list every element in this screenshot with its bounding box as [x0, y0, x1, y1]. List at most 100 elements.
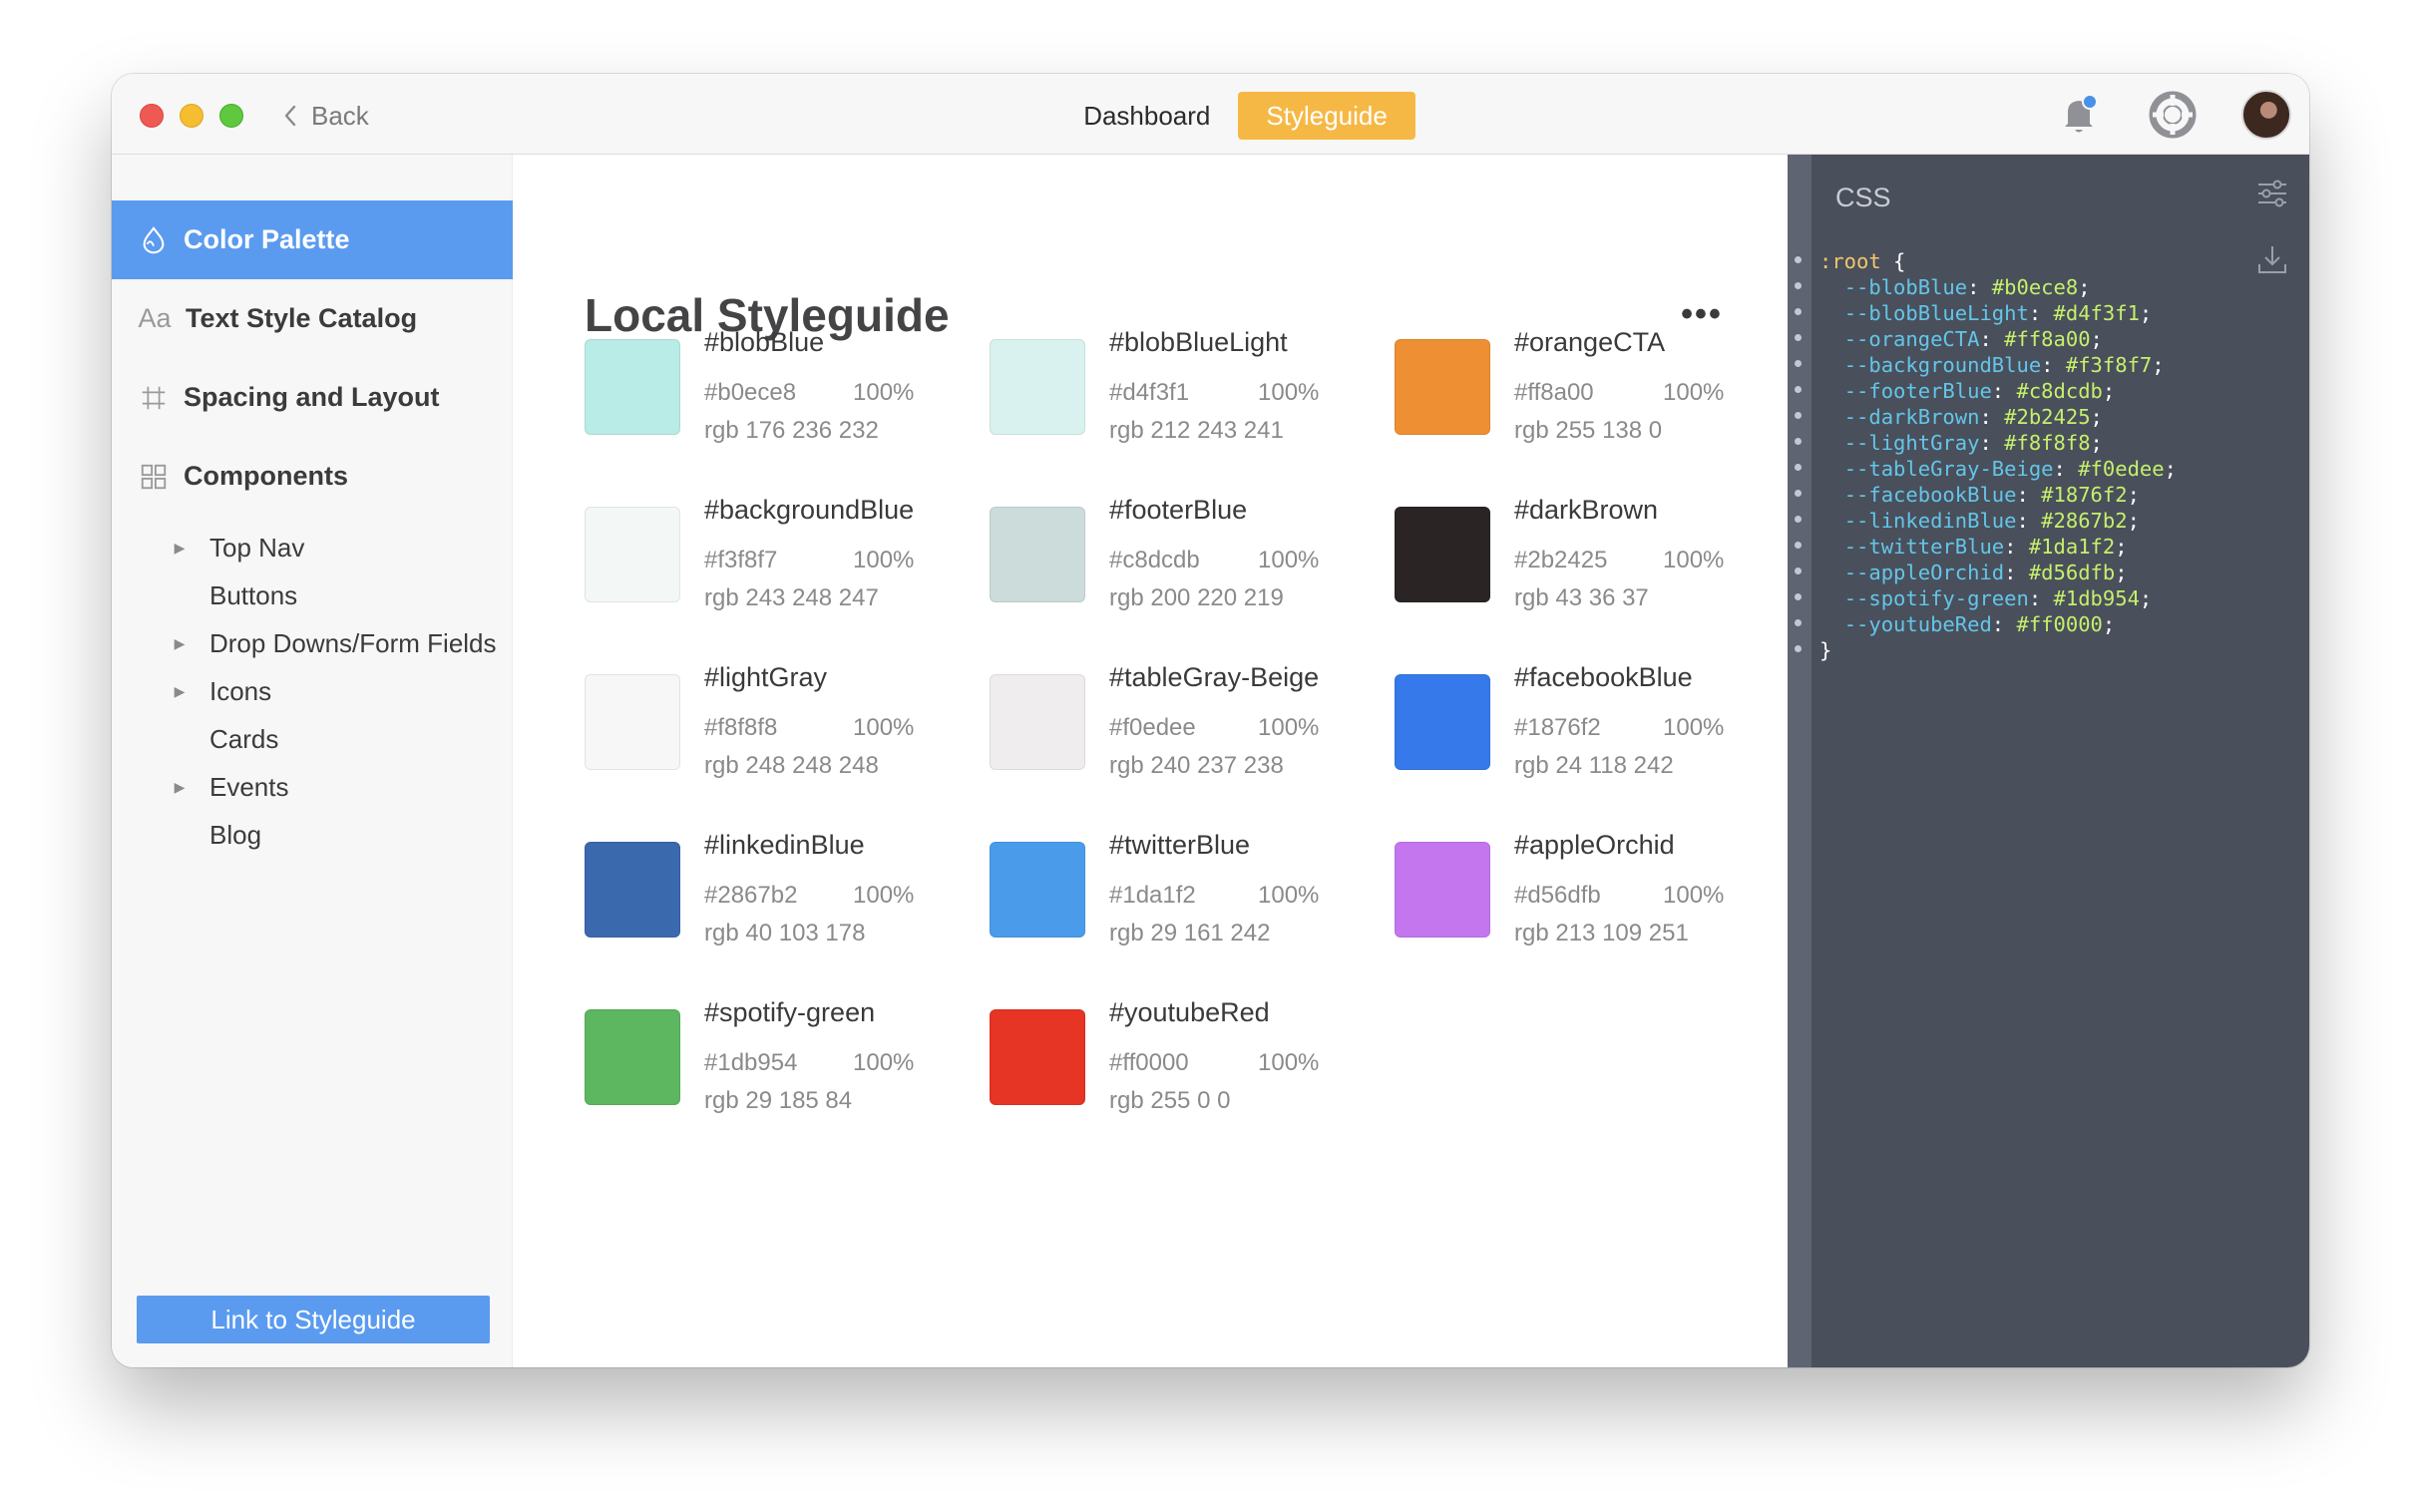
color-swatch-card[interactable]: #spotify-green #1db954 100% rgb 29 185 84 [585, 997, 964, 1137]
color-name: #backgroundBlue [704, 495, 915, 525]
css-code-block[interactable]: :root { --blobBlue: #b0ece8; --blobBlueL… [1819, 248, 2177, 663]
color-rgb: rgb 213 109 251 [1514, 920, 1689, 946]
color-swatch-card[interactable]: #facebookBlue #1876f2 100% rgb 24 118 242 [1395, 662, 1774, 802]
color-swatch-card[interactable]: #backgroundBlue #f3f8f7 100% rgb 243 248 24… [585, 495, 964, 634]
color-hex: #f8f8f8 [704, 714, 778, 741]
gutter-dot [1795, 464, 1802, 471]
css-variable-name: --lightGray [1843, 431, 1980, 455]
color-swatch[interactable] [585, 842, 680, 938]
triangle-right-icon[interactable]: ▶ [170, 683, 190, 700]
help-lifebuoy-icon[interactable] [2148, 90, 2198, 140]
triangle-right-icon[interactable]: ▶ [170, 779, 190, 796]
color-swatch[interactable] [990, 674, 1085, 770]
color-hex: #d56dfb [1514, 882, 1601, 909]
sidebar-subitem-blog[interactable]: Blog [170, 815, 261, 855]
css-variable-name: --footerBlue [1843, 379, 1992, 403]
color-opacity: 100% [1258, 882, 1320, 909]
sidebar-item-spacing-and-layout[interactable]: Spacing and Layout [112, 358, 513, 437]
settings-sliders-icon[interactable] [2255, 177, 2289, 210]
tab-styleguide[interactable]: Styleguide [1238, 92, 1415, 140]
color-name: #blobBlueLight [1109, 327, 1288, 357]
triangle-right-icon[interactable]: ▶ [170, 635, 190, 652]
sidebar-subitem-drop-downs[interactable]: ▶ Drop Downs/Form Fields [170, 623, 497, 663]
color-opacity: 100% [853, 547, 915, 573]
color-swatch-card[interactable]: #linkedinBlue #2867b2 100% rgb 40 103 178 [585, 830, 964, 969]
code-line: --footerBlue: #c8dcdb; [1843, 379, 2116, 403]
color-rgb: rgb 200 220 219 [1109, 584, 1284, 611]
gutter-dot [1795, 412, 1802, 419]
sidebar-subitem-label: Icons [209, 675, 272, 706]
color-swatch[interactable] [585, 507, 680, 602]
gutter-dot [1795, 516, 1802, 523]
color-swatch-card[interactable]: #lightGray #f8f8f8 100% rgb 248 248 248 [585, 662, 964, 802]
css-panel-title: CSS [1835, 183, 1891, 212]
sidebar-item-text-style-catalog[interactable]: Aa Text Style Catalog [112, 279, 513, 358]
code-line: --appleOrchid: #d56dfb; [1843, 561, 2128, 584]
color-swatch-card[interactable]: #twitterBlue #1da1f2 100% rgb 29 161 242 [990, 830, 1369, 969]
triangle-right-icon[interactable]: ▶ [170, 540, 190, 557]
color-rgb: rgb 243 248 247 [704, 584, 879, 611]
color-swatch-card[interactable]: #youtubeRed #ff0000 100% rgb 255 0 0 [990, 997, 1369, 1137]
color-swatch-card[interactable]: #orangeCTA #ff8a00 100% rgb 255 138 0 [1395, 327, 1774, 467]
css-close-brace: } [1819, 638, 1832, 662]
sidebar-item-label: Components [184, 461, 348, 491]
color-name: #twitterBlue [1109, 830, 1251, 860]
color-swatch[interactable] [990, 507, 1085, 602]
color-name: #blobBlue [704, 327, 825, 357]
color-swatch-card[interactable]: #tableGray-Beige #f0edee 100% rgb 240 237 2… [990, 662, 1369, 802]
color-opacity: 100% [853, 379, 915, 406]
color-swatch[interactable] [1395, 842, 1490, 938]
color-swatch-card[interactable]: #footerBlue #c8dcdb 100% rgb 200 220 219 [990, 495, 1369, 634]
sidebar-subitem-buttons[interactable]: Buttons [170, 575, 297, 615]
sidebar-subitem-icons[interactable]: ▶ Icons [170, 671, 272, 711]
code-line: --facebookBlue: #1876f2; [1843, 483, 2140, 507]
code-line: --blobBlue: #b0ece8; [1843, 275, 2091, 299]
color-swatch-card[interactable]: #blobBlueLight #d4f3f1 100% rgb 212 243 241 [990, 327, 1369, 467]
code-line: --twitterBlue: #1da1f2; [1843, 535, 2128, 559]
sidebar-item-components[interactable]: Components [112, 437, 513, 516]
code-line: :root { [1819, 248, 2177, 274]
sidebar-subitem-label: Drop Downs/Form Fields [209, 627, 497, 658]
tab-dashboard[interactable]: Dashboard [1065, 92, 1228, 140]
download-icon[interactable] [2255, 242, 2289, 276]
color-swatch[interactable] [585, 1009, 680, 1105]
css-variable-name: --orangeCTA [1843, 327, 1980, 351]
titlebar-actions [2054, 90, 2291, 140]
color-swatch-card[interactable]: #blobBlue #b0ece8 100% rgb 176 236 232 [585, 327, 964, 467]
color-swatch[interactable] [990, 1009, 1085, 1105]
color-swatch[interactable] [1395, 339, 1490, 435]
css-variable-name: --twitterBlue [1843, 535, 2005, 559]
color-name: #spotify-green [704, 997, 876, 1027]
sidebar-item-color-palette[interactable]: Color Palette [112, 200, 513, 279]
color-opacity: 100% [1663, 379, 1725, 406]
css-variable-value: #ff0000 [2016, 612, 2103, 636]
color-swatch-card[interactable]: #appleOrchid #d56dfb 100% rgb 213 109 251 [1395, 830, 1774, 969]
sidebar-subitem-top-nav[interactable]: ▶ Top Nav [170, 528, 305, 567]
css-variable-value: #1876f2 [2041, 483, 2128, 507]
color-name: #darkBrown [1514, 495, 1659, 525]
code-line: --lightGray: #f8f8f8; [1843, 431, 2103, 455]
color-name: #facebookBlue [1514, 662, 1693, 692]
color-rgb: rgb 248 248 248 [704, 752, 879, 779]
color-swatch[interactable] [1395, 674, 1490, 770]
color-name: #orangeCTA [1514, 327, 1666, 357]
gutter-dot [1795, 334, 1802, 341]
color-swatch[interactable] [990, 842, 1085, 938]
color-swatch[interactable] [990, 339, 1085, 435]
color-hex: #c8dcdb [1109, 547, 1200, 573]
color-hex: #2b2425 [1514, 547, 1608, 573]
color-swatch[interactable] [1395, 507, 1490, 602]
color-swatch[interactable] [585, 674, 680, 770]
gutter-markers [1795, 256, 1802, 671]
notification-bell-icon[interactable] [2054, 90, 2104, 140]
gutter-dot [1795, 645, 1802, 652]
color-rgb: rgb 43 36 37 [1514, 584, 1649, 611]
sidebar-subitem-events[interactable]: ▶ Events [170, 767, 289, 807]
sidebar-subitem-cards[interactable]: Cards [170, 719, 278, 759]
css-selector: :root [1819, 249, 1881, 273]
user-avatar[interactable] [2241, 90, 2291, 140]
color-rgb: rgb 240 237 238 [1109, 752, 1284, 779]
link-to-styleguide-button[interactable]: Link to Styleguide [137, 1296, 490, 1343]
color-swatch-card[interactable]: #darkBrown #2b2425 100% rgb 43 36 37 [1395, 495, 1774, 634]
color-swatch[interactable] [585, 339, 680, 435]
